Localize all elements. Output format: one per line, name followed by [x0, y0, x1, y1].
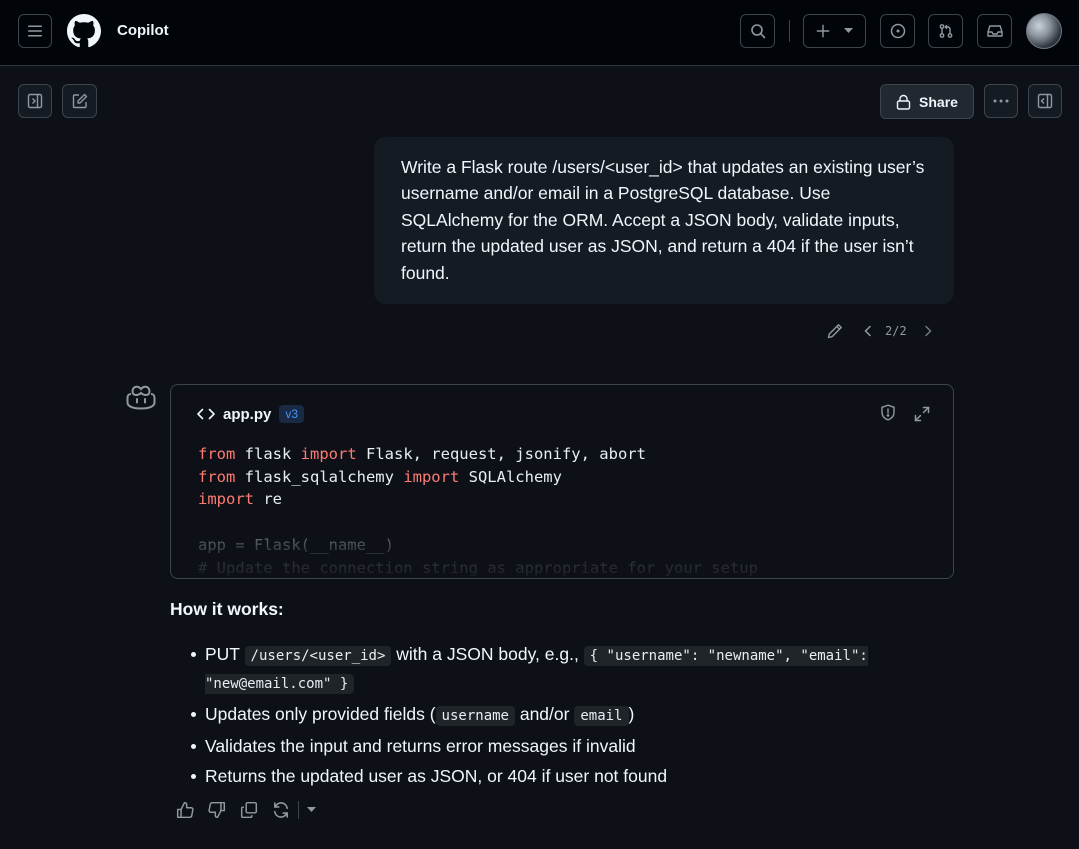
kebab-horizontal-icon — [993, 99, 1009, 103]
compose-icon — [72, 93, 87, 109]
toggle-sidebar-button[interactable] — [18, 84, 52, 118]
plus-icon — [816, 24, 830, 38]
share-label: Share — [919, 93, 958, 110]
sidebar-expand-icon — [27, 93, 43, 109]
code-filename: app.py — [223, 405, 272, 423]
inline-code: username — [435, 706, 515, 726]
list-item: Validates the input and returns error me… — [188, 733, 908, 759]
inbox-icon — [986, 25, 1003, 37]
inline-code: email — [574, 706, 629, 726]
share-button[interactable]: Share — [880, 84, 974, 119]
toggle-panel-button[interactable] — [1028, 84, 1062, 118]
create-new-dropdown[interactable] — [803, 14, 866, 48]
code-keyword: import — [300, 445, 357, 463]
code-fade-overlay — [171, 505, 953, 578]
more-options-button[interactable] — [984, 84, 1018, 118]
code-line: from flask_sqlalchemy import SQLAlchemy — [198, 468, 562, 486]
code-file-header: app.py v3 — [197, 405, 305, 423]
list-item: Updates only provided fields (username a… — [188, 701, 908, 729]
retry-icon[interactable] — [272, 801, 290, 819]
code-token: SQLAlchemy — [459, 467, 562, 486]
copy-icon[interactable] — [240, 801, 258, 819]
explanation-list: PUT /users/<user_id> with a JSON body, e… — [188, 641, 908, 793]
caret-down-icon[interactable] — [307, 807, 316, 813]
chevron-right-icon[interactable] — [923, 325, 933, 337]
thumbs-down-icon[interactable] — [208, 801, 226, 819]
response-actions — [176, 801, 316, 819]
pull-requests-button[interactable] — [928, 14, 963, 48]
search-button[interactable] — [740, 14, 775, 48]
page-title: Copilot — [117, 22, 169, 39]
code-token: flask — [235, 445, 301, 463]
code-artifact-card[interactable]: app.py v3 from flask import Flask, reque… — [170, 384, 954, 579]
github-logo-icon[interactable] — [67, 14, 101, 48]
list-item-text: with a JSON body, e.g., — [391, 644, 584, 664]
code-keyword: from — [198, 445, 236, 463]
issues-button[interactable] — [880, 14, 915, 48]
list-item-text: and/or — [514, 704, 575, 724]
inbox-button[interactable] — [977, 14, 1012, 48]
top-navigation-bar: Copilot — [0, 0, 1079, 66]
list-item-text: Updates only provided fields ( — [205, 704, 436, 724]
chevron-left-icon[interactable] — [863, 325, 873, 337]
user-message: Write a Flask route /users/<user_id> tha… — [374, 137, 954, 304]
lock-icon — [896, 94, 911, 110]
hamburger-menu-icon — [28, 25, 42, 37]
pull-request-icon — [939, 24, 952, 38]
caret-down-icon — [844, 28, 853, 33]
shield-icon[interactable] — [880, 404, 896, 421]
divider — [298, 801, 299, 819]
divider — [789, 20, 790, 42]
copilot-avatar-icon — [126, 385, 156, 410]
new-chat-button[interactable] — [62, 84, 97, 118]
version-badge: v3 — [279, 405, 305, 423]
inline-code: /users/<user_id> — [244, 646, 392, 666]
pencil-edit-icon[interactable] — [827, 323, 843, 339]
list-item: PUT /users/<user_id> with a JSON body, e… — [188, 641, 908, 697]
message-pager: 2/2 — [885, 324, 907, 338]
search-icon — [750, 24, 765, 39]
code-token: flask_sqlalchemy — [235, 467, 404, 486]
list-item-text: ) — [628, 704, 635, 724]
list-item-text: PUT — [205, 644, 245, 664]
list-item-text: Returns the updated user as JSON, or 404… — [205, 766, 668, 786]
code-icon — [197, 408, 215, 420]
thumbs-up-icon[interactable] — [176, 801, 194, 819]
code-keyword: from — [198, 467, 236, 486]
code-keyword: import — [403, 467, 460, 486]
message-controls: 2/2 — [820, 320, 933, 342]
code-token: Flask, request, jsonify, abort — [356, 445, 646, 463]
explanation-heading: How it works: — [170, 599, 284, 619]
code-line: from flask import Flask, request, jsonif… — [198, 445, 646, 463]
user-avatar[interactable] — [1026, 13, 1062, 49]
issue-circle-icon — [890, 23, 905, 39]
list-item-text: Validates the input and returns error me… — [205, 736, 636, 756]
menu-button[interactable] — [18, 14, 52, 48]
expand-icon[interactable] — [914, 406, 930, 422]
list-item: Returns the updated user as JSON, or 404… — [188, 763, 908, 789]
sidebar-collapse-icon — [1037, 93, 1053, 109]
